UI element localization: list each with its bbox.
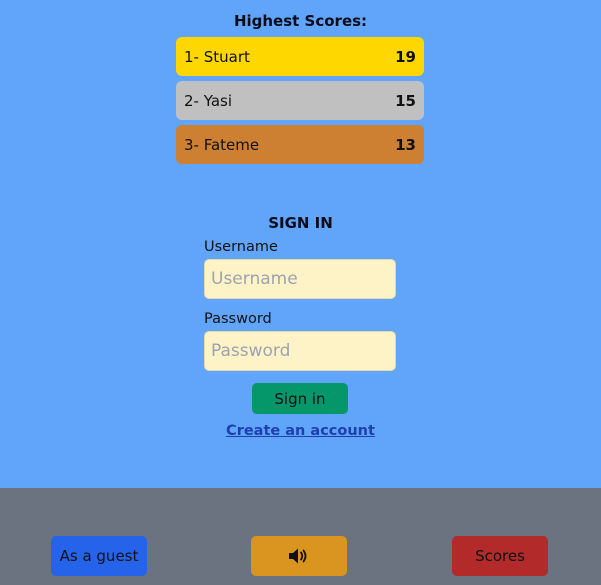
- footer-bar: As a guest Scores: [0, 488, 601, 585]
- highscore-row-3: 3- Fateme 13: [176, 125, 424, 164]
- highscore-name: 1- Stuart: [184, 47, 250, 66]
- speaker-volume-icon: [288, 547, 310, 565]
- highscores-title: Highest Scores:: [233, 12, 368, 30]
- password-label: Password: [204, 311, 272, 327]
- username-input[interactable]: [204, 259, 396, 299]
- username-label: Username: [204, 239, 278, 255]
- highscore-row-2: 2- Yasi 15: [176, 81, 424, 120]
- highscore-row-1: 1- Stuart 19: [176, 37, 424, 76]
- guest-button[interactable]: As a guest: [51, 536, 147, 576]
- scores-button[interactable]: Scores: [452, 536, 548, 576]
- password-input[interactable]: [204, 331, 396, 371]
- signin-button[interactable]: Sign in: [252, 383, 348, 414]
- highscore-name: 2- Yasi: [184, 91, 232, 110]
- highscore-name: 3- Fateme: [184, 135, 260, 154]
- signin-title: SIGN IN: [268, 214, 333, 232]
- highscore-value: 15: [395, 91, 416, 110]
- create-account-link[interactable]: Create an account: [0, 423, 601, 439]
- highscore-value: 19: [395, 47, 416, 66]
- sound-toggle-button[interactable]: [251, 536, 347, 576]
- highscore-value: 13: [395, 135, 416, 154]
- main-panel: Highest Scores: 1- Stuart 19 2- Yasi 15 …: [0, 0, 601, 488]
